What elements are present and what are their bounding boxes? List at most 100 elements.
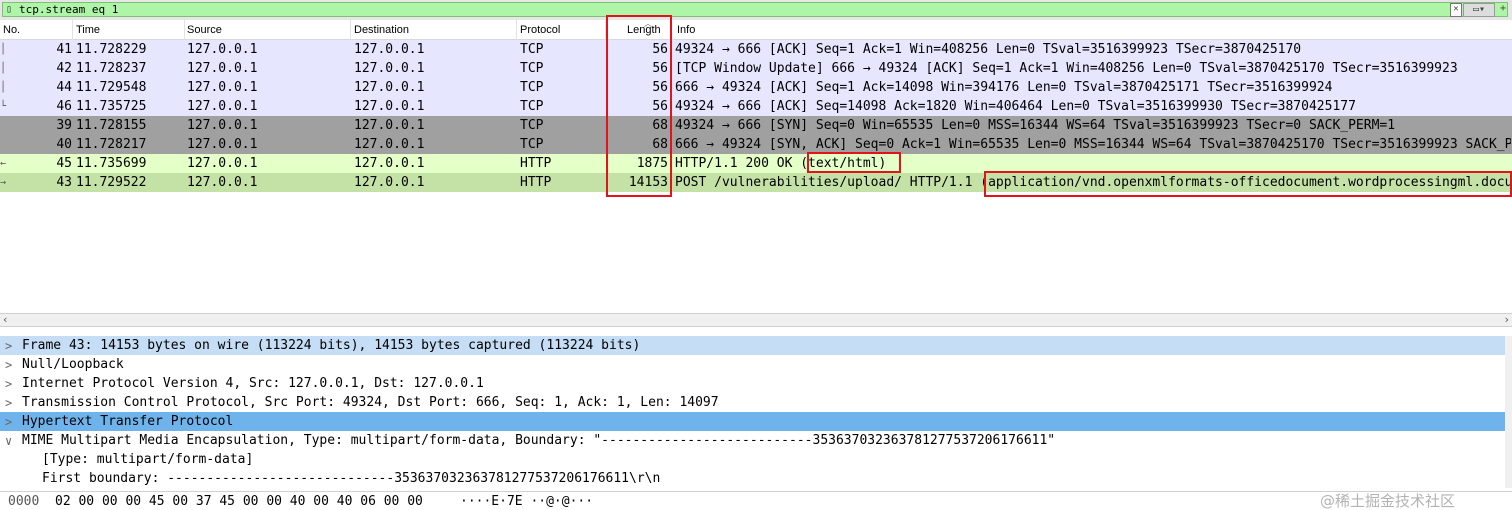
packet-time: 11.728217 [76, 137, 147, 152]
detail-row[interactable]: > Transmission Control Protocol, Src Por… [0, 393, 1505, 412]
detail-text: [Type: multipart/form-data] [42, 452, 254, 467]
packet-info: 666 → 49324 [ACK] Seq=1 Ack=14098 Win=39… [675, 80, 1333, 95]
bytes-ascii[interactable]: ····E·7E ··@·@··· [460, 494, 593, 510]
packet-source: 127.0.0.1 [187, 175, 258, 190]
conversation-line-icon: │ [0, 44, 7, 55]
packet-time: 11.735725 [76, 99, 147, 114]
filter-history-dropdown-icon[interactable]: ▭▾ [1463, 3, 1495, 17]
response-arrow-icon: ← [0, 158, 7, 169]
packet-protocol: TCP [520, 99, 544, 114]
detail-row[interactable]: > Null/Loopback [0, 355, 1505, 374]
detail-text: Transmission Control Protocol, Src Port:… [22, 395, 719, 410]
request-arrow-icon: → [0, 177, 7, 188]
column-header-time[interactable]: Time [76, 23, 100, 37]
packet-source: 127.0.0.1 [187, 61, 258, 76]
column-header-source[interactable]: Source [187, 23, 222, 37]
chevron-right-icon[interactable]: > [5, 338, 12, 354]
packet-protocol: TCP [520, 61, 544, 76]
packet-no: 40 [56, 137, 72, 152]
content-type-highlight [984, 171, 1512, 197]
packet-info: HTTP/1.1 200 OK (text/html) [675, 156, 887, 171]
packet-destination: 127.0.0.1 [354, 156, 425, 171]
packet-no: 41 [56, 42, 72, 57]
column-header-info[interactable]: Info [677, 23, 695, 37]
packet-protocol: TCP [520, 80, 544, 95]
detail-row[interactable]: > Frame 43: 14153 bytes on wire (113224 … [0, 336, 1505, 355]
packet-info: [TCP Window Update] 666 → 49324 [ACK] Se… [675, 61, 1458, 76]
conversation-line-icon: │ [0, 63, 7, 74]
packet-row[interactable]: 40 11.728217 127.0.0.1 127.0.0.1 TCP 68 … [0, 135, 1512, 154]
packet-protocol: TCP [520, 137, 544, 152]
packet-destination: 127.0.0.1 [354, 118, 425, 133]
detail-row[interactable]: > Internet Protocol Version 4, Src: 127.… [0, 374, 1505, 393]
column-separator[interactable] [350, 20, 351, 40]
packet-info: 49324 → 666 [SYN] Seq=0 Win=65535 Len=0 … [675, 118, 1396, 133]
packet-no: 42 [56, 61, 72, 76]
display-filter-bar: ▯ tcp.stream eq 1 ✕ ▭▾ + [0, 0, 1512, 20]
chevron-left-icon[interactable]: ‹ [2, 314, 9, 326]
packet-destination: 127.0.0.1 [354, 99, 425, 114]
column-header-destination[interactable]: Destination [354, 23, 409, 37]
chevron-down-icon[interactable]: ∨ [5, 433, 12, 449]
column-separator[interactable] [72, 20, 73, 40]
packet-time: 11.735699 [76, 156, 147, 171]
column-header-protocol[interactable]: Protocol [520, 23, 560, 37]
bytes-offset: 0000 [8, 494, 40, 509]
detail-text: MIME Multipart Media Encapsulation, Type… [22, 433, 1056, 448]
text-html-highlight [807, 152, 901, 173]
bytes-hex[interactable]: 02 00 00 00 45 00 37 45 00 00 40 00 40 0… [55, 494, 423, 510]
packet-row[interactable]: │ 42 11.728237 127.0.0.1 127.0.0.1 TCP 5… [0, 59, 1512, 78]
packet-row[interactable]: └ 46 11.735725 127.0.0.1 127.0.0.1 TCP 5… [0, 97, 1512, 116]
chevron-right-icon[interactable]: > [5, 414, 12, 430]
detail-row[interactable]: First boundary: ------------------------… [0, 469, 1505, 488]
chevron-right-icon[interactable]: > [5, 357, 12, 373]
detail-text: First boundary: ------------------------… [42, 471, 661, 486]
detail-text: Hypertext Transfer Protocol [22, 414, 234, 429]
packet-destination: 127.0.0.1 [354, 175, 425, 190]
chevron-right-icon[interactable]: › [1503, 314, 1510, 326]
conversation-end-icon: └ [0, 101, 7, 112]
chevron-right-icon[interactable]: > [5, 376, 12, 392]
packet-time: 11.728229 [76, 42, 147, 57]
display-filter-text[interactable]: tcp.stream eq 1 [19, 3, 118, 17]
details-vertical-scrollbar[interactable] [1505, 336, 1512, 488]
column-separator[interactable] [516, 20, 517, 40]
chevron-right-icon[interactable]: > [5, 395, 12, 411]
detail-text: Frame 43: 14153 bytes on wire (113224 bi… [22, 338, 641, 353]
packet-no: 39 [56, 118, 72, 133]
display-filter-input[interactable]: ▯ tcp.stream eq 1 [2, 2, 1508, 17]
detail-text: Null/Loopback [22, 357, 124, 372]
packet-no: 45 [56, 156, 72, 171]
detail-row[interactable]: ∨ MIME Multipart Media Encapsulation, Ty… [0, 431, 1505, 450]
packet-no: 44 [56, 80, 72, 95]
detail-row-selected[interactable]: > Hypertext Transfer Protocol [0, 412, 1505, 431]
packet-source: 127.0.0.1 [187, 99, 258, 114]
packet-no: 46 [56, 99, 72, 114]
packet-source: 127.0.0.1 [187, 137, 258, 152]
packet-protocol: HTTP [520, 156, 552, 171]
packet-row[interactable]: │ 44 11.729548 127.0.0.1 127.0.0.1 TCP 5… [0, 78, 1512, 97]
watermark-text: @稀土掘金技术社区 [1320, 492, 1456, 510]
packet-destination: 127.0.0.1 [354, 61, 425, 76]
packet-time: 11.728155 [76, 118, 147, 133]
add-filter-button-icon[interactable]: + [1497, 3, 1509, 15]
packet-row[interactable]: 39 11.728155 127.0.0.1 127.0.0.1 TCP 68 … [0, 116, 1512, 135]
packet-info: 666 → 49324 [SYN, ACK] Seq=0 Ack=1 Win=6… [675, 137, 1511, 152]
packet-source: 127.0.0.1 [187, 118, 258, 133]
packet-row[interactable]: │ 41 11.728229 127.0.0.1 127.0.0.1 TCP 5… [0, 40, 1512, 59]
packet-no: 43 [56, 175, 72, 190]
packet-source: 127.0.0.1 [187, 80, 258, 95]
packet-list-horizontal-scrollbar[interactable]: ‹ › [0, 313, 1512, 327]
packet-bytes-pane: 0000 02 00 00 00 45 00 37 45 00 00 40 00… [0, 491, 1512, 510]
packet-destination: 127.0.0.1 [354, 137, 425, 152]
bookmark-icon[interactable]: ▯ [6, 4, 16, 16]
detail-text: Internet Protocol Version 4, Src: 127.0.… [22, 376, 484, 391]
packet-protocol: TCP [520, 42, 544, 57]
clear-filter-icon[interactable]: ✕ [1450, 3, 1462, 17]
packet-info: 49324 → 666 [ACK] Seq=1 Ack=1 Win=408256… [675, 42, 1302, 57]
packet-time: 11.728237 [76, 61, 147, 76]
column-separator[interactable] [184, 20, 185, 40]
detail-row[interactable]: [Type: multipart/form-data] [0, 450, 1505, 469]
column-header-no[interactable]: No. [3, 23, 20, 37]
packet-destination: 127.0.0.1 [354, 80, 425, 95]
